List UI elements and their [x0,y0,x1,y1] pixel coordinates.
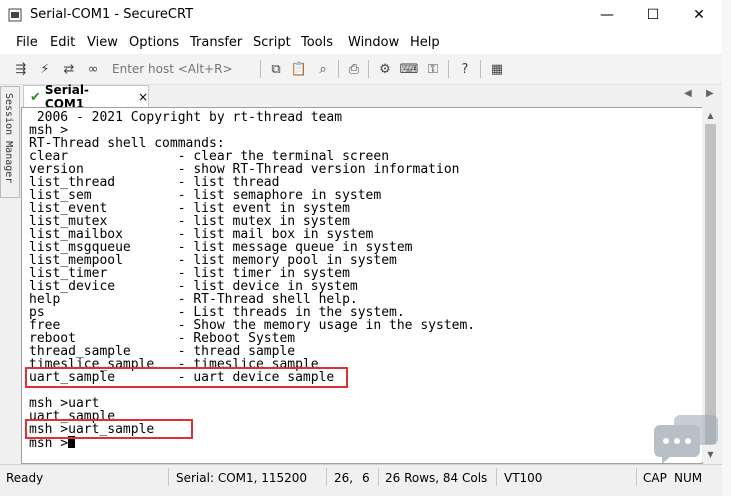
scrollbar-thumb[interactable] [705,124,716,444]
highlight-box-uart-sample-input [25,419,193,439]
toolbar-separator [338,60,339,78]
menu-bar: File Edit View Options Transfer Script T… [0,30,722,54]
session-manager-label: Session Manager [3,93,14,184]
tab-serial-com1[interactable]: ✔ Serial-COM1 × [23,83,149,111]
status-separator [636,468,637,486]
script-icon[interactable]: ▦ [488,60,506,78]
status-connection: Serial: COM1, 115200 [176,471,308,485]
print-icon[interactable]: ⎙ [345,60,363,78]
key-icon[interactable]: ⚿ [424,60,442,78]
close-button[interactable]: ✕ [676,0,722,30]
status-num: NUM [674,471,703,485]
terminal-screen[interactable]: 2006 - 2021 Copyright by rt-thread team … [21,107,703,464]
lightning-icon[interactable]: ⚡ [36,60,54,78]
status-separator [326,468,327,486]
status-cap: CAP [643,471,667,485]
menu-tools[interactable]: Tools [301,35,333,50]
check-icon: ✔ [30,89,41,105]
chat-bubble-watermark-icon [654,415,718,464]
status-separator [496,468,497,486]
find-icon[interactable]: ⌕ [314,60,332,78]
toolbar-separator [480,60,481,78]
status-row: 26, [334,471,354,485]
connect-icon[interactable]: ⇶ [12,60,30,78]
highlight-box-uart-sample-command [25,367,348,388]
toolbar: ⇶ ⚡ ⇄ ∞ ⧉ 📋 ⌕ ⎙ ⚙ ⌨ ⚿ ? ▦ [0,54,722,85]
status-separator [378,468,379,486]
tab-prev-icon[interactable]: ◀ [684,88,692,99]
menu-view[interactable]: View [87,35,118,50]
scroll-up-icon[interactable]: ▲ [702,107,719,123]
menu-script[interactable]: Script [253,35,291,50]
tab-next-icon[interactable]: ▶ [706,88,714,99]
toolbar-separator [448,60,449,78]
background-window-strip [722,0,731,496]
menu-file[interactable]: File [16,35,38,50]
link-icon[interactable]: ∞ [84,60,102,78]
tab-close-icon[interactable]: × [138,90,148,104]
menu-window[interactable]: Window [348,35,399,50]
keymap-icon[interactable]: ⌨ [400,60,419,78]
settings-icon[interactable]: ⚙ [376,60,394,78]
terminal-line: 2006 - 2021 Copyright by rt-thread team [29,110,343,125]
menu-options[interactable]: Options [129,35,179,50]
app-icon [8,8,22,22]
status-emulation: VT100 [504,471,543,485]
status-ready: Ready [6,471,44,485]
toolbar-separator [368,60,369,78]
toolbar-separator [260,60,261,78]
reconnect-icon[interactable]: ⇄ [60,60,78,78]
securecrt-window: Serial-COM1 - SecureCRT — ☐ ✕ File Edit … [0,0,723,496]
paste-icon[interactable]: 📋 [290,60,308,78]
title-bar: Serial-COM1 - SecureCRT — ☐ ✕ [0,0,722,30]
status-separator [168,468,169,486]
copy-icon[interactable]: ⧉ [267,60,285,78]
menu-help[interactable]: Help [410,35,440,50]
session-manager-panel[interactable]: Session Manager [0,86,20,198]
status-col: 6 [362,471,370,485]
tab-bar: ✔ Serial-COM1 × ◀ ▶ [20,83,722,111]
window-title: Serial-COM1 - SecureCRT [30,7,194,22]
vertical-scrollbar[interactable]: ▲ ▼ [702,107,719,462]
menu-edit[interactable]: Edit [50,35,75,50]
host-input[interactable] [108,60,266,78]
help-icon[interactable]: ? [456,60,474,78]
maximize-button[interactable]: ☐ [630,0,676,30]
status-bar: Ready Serial: COM1, 115200 26, 6 26 Rows… [0,464,722,489]
menu-transfer[interactable]: Transfer [190,35,242,50]
minimize-button[interactable]: — [584,0,630,30]
status-size: 26 Rows, 84 Cols [385,471,488,485]
